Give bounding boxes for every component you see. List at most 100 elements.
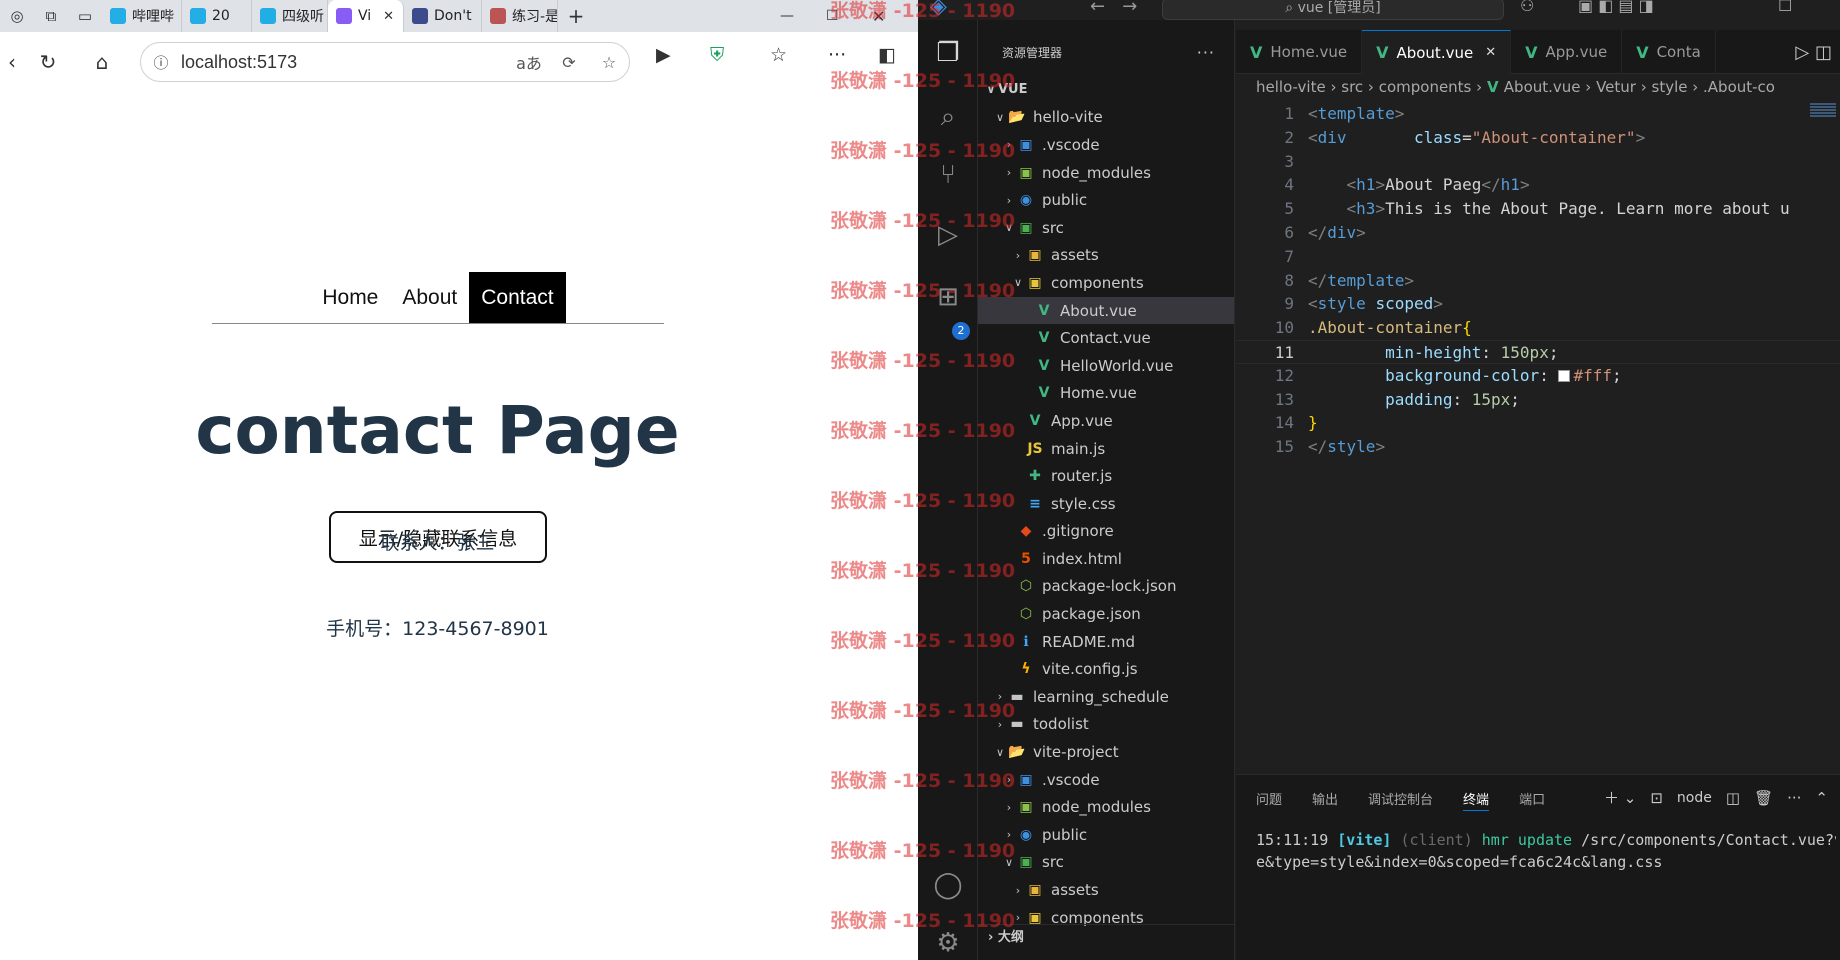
extensions-icon[interactable]: ⊞ xyxy=(918,282,978,312)
nav-about-link[interactable]: About xyxy=(390,272,469,323)
account-icon[interactable]: ◯ xyxy=(918,870,978,900)
tree-item[interactable]: ✚ router.js xyxy=(978,462,1234,490)
tree-item[interactable]: ⬡ package.json xyxy=(978,600,1234,628)
favorite-star-icon[interactable]: ☆ xyxy=(589,53,629,72)
tree-item[interactable]: › ▣ node_modules xyxy=(978,159,1234,187)
panel-tab[interactable]: 输出 xyxy=(1312,789,1338,811)
tree-item[interactable]: › ▬ learning_schedule xyxy=(978,683,1234,711)
browser-tab[interactable]: Don't xyxy=(404,0,482,32)
tree-item[interactable]: ∨ ▣ src xyxy=(978,214,1234,242)
play-icon[interactable]: ▶ xyxy=(656,44,671,66)
tab-actions-icon[interactable]: ▭ xyxy=(68,0,102,32)
breadcrumb-item[interactable]: components xyxy=(1379,78,1472,96)
browser-tab[interactable]: 20 xyxy=(182,0,252,32)
workspaces-icon[interactable]: ⧉ xyxy=(34,0,68,32)
tree-item[interactable]: ∨ 📂 vite-project xyxy=(978,738,1234,766)
copilot-icon[interactable]: ⚇ xyxy=(1520,0,1534,15)
explorer-icon[interactable]: ❐ xyxy=(918,38,978,68)
outline-section[interactable]: › 大纲 xyxy=(978,924,1234,950)
url-input[interactable] xyxy=(181,51,461,73)
tree-item[interactable]: V Home.vue xyxy=(978,380,1234,408)
profile-icon[interactable]: ◎ xyxy=(0,0,34,32)
breadcrumb-item[interactable]: src xyxy=(1341,78,1363,96)
sidebar-toggle-icon[interactable]: ◧ xyxy=(878,44,896,66)
read-aloud-icon[interactable]: aあ xyxy=(509,50,549,74)
panel-tab[interactable]: 终端 xyxy=(1463,789,1490,811)
breadcrumb-item[interactable]: About.vue xyxy=(1504,78,1581,96)
maximize-icon[interactable]: ☐ xyxy=(1778,0,1792,15)
more-icon[interactable]: ··· xyxy=(828,44,846,66)
refresh-icon[interactable]: ↻ xyxy=(24,50,72,74)
browser-tab[interactable]: 哔哩哔 xyxy=(102,0,182,32)
tree-item[interactable]: ℹ README.md xyxy=(978,628,1234,656)
site-info-icon[interactable]: ⓘ xyxy=(141,52,181,73)
nav-contact-link[interactable]: Contact xyxy=(469,272,566,323)
tree-item[interactable]: ∨ VUE xyxy=(978,76,1234,104)
tree-item[interactable]: › ▬ todolist xyxy=(978,711,1234,739)
editor-tab[interactable]: V Conta xyxy=(1622,30,1716,74)
tree-item[interactable]: › ◉ public xyxy=(978,186,1234,214)
run-debug-icon[interactable]: ▷ xyxy=(918,220,978,250)
tree-item[interactable]: › ▣ assets xyxy=(978,242,1234,270)
new-tab-icon[interactable]: + xyxy=(558,4,594,28)
tree-item[interactable]: ∨ ▣ src xyxy=(978,849,1234,877)
tree-item[interactable]: › ◉ public xyxy=(978,821,1234,849)
layout-icon[interactable]: ▣ ◧ ▤ ◨ xyxy=(1578,0,1654,15)
browser-tab[interactable]: 四级听 xyxy=(252,0,328,32)
tree-item[interactable]: V Contact.vue xyxy=(978,324,1234,352)
close-tab-icon[interactable]: ✕ xyxy=(383,9,394,24)
close-tab-icon[interactable]: ✕ xyxy=(1485,45,1496,60)
panel-tab[interactable]: 端口 xyxy=(1519,789,1545,811)
tree-item[interactable]: ∨ ▣ components xyxy=(978,269,1234,297)
back-icon[interactable]: ‹ xyxy=(0,50,24,74)
breadcrumb-item[interactable]: style xyxy=(1652,78,1688,96)
tree-item[interactable]: › ▣ assets xyxy=(978,876,1234,904)
tree-item[interactable]: ≡ style.css xyxy=(978,490,1234,518)
tree-item[interactable]: ⬡ package-lock.json xyxy=(978,573,1234,601)
chevron-up-icon[interactable]: ⌃ xyxy=(1815,789,1828,807)
terminal-output[interactable]: 15:11:19 [vite] (client) hmr update /src… xyxy=(1256,829,1836,873)
tree-item[interactable]: JS main.js xyxy=(978,435,1234,463)
tree-item[interactable]: V App.vue xyxy=(978,407,1234,435)
tree-item[interactable]: V HelloWorld.vue xyxy=(978,352,1234,380)
code-editor[interactable]: 1 <template> 2 <div class="About-container"… xyxy=(1236,102,1840,459)
breadcrumb-item[interactable]: hello-vite xyxy=(1256,78,1326,96)
settings-gear-icon[interactable]: ⚙ xyxy=(918,928,978,958)
breadcrumb-item[interactable]: .About-co xyxy=(1703,78,1775,96)
sync-icon[interactable]: ⟳ xyxy=(549,53,589,72)
browser-tab[interactable]: 练习-是 xyxy=(482,0,558,32)
browser-tab[interactable]: Vi ✕ xyxy=(328,0,404,32)
editor-tab[interactable]: V App.vue xyxy=(1511,30,1623,74)
tree-item[interactable]: ϟ vite.config.js xyxy=(978,655,1234,683)
panel-tab[interactable]: 调试控制台 xyxy=(1368,789,1433,811)
nav-arrows-icon[interactable]: ← → xyxy=(1090,0,1137,17)
source-control-icon[interactable]: ⑂ xyxy=(918,160,978,190)
tree-item[interactable]: 5 index.html xyxy=(978,545,1234,573)
terminal-profile-label[interactable]: node xyxy=(1677,790,1712,806)
search-icon[interactable]: ⌕ xyxy=(918,102,978,133)
nav-home-link[interactable]: Home xyxy=(310,272,390,323)
favorites-icon[interactable]: ☆ xyxy=(770,44,787,66)
home-icon[interactable]: ⌂ xyxy=(78,50,126,74)
minimap[interactable] xyxy=(1806,102,1840,132)
tree-item[interactable]: › ▣ .vscode xyxy=(978,131,1234,159)
breadcrumb-item[interactable]: Vetur xyxy=(1596,78,1636,96)
panel-tab[interactable]: 问题 xyxy=(1256,789,1282,811)
tree-item[interactable]: V About.vue xyxy=(978,296,1234,325)
close-window-icon[interactable]: ✕ xyxy=(872,0,885,32)
minimize-icon[interactable]: — xyxy=(780,0,794,32)
tree-item[interactable]: › ▣ .vscode xyxy=(978,766,1234,794)
command-center[interactable]: ⌕ vue [管理员] xyxy=(1162,0,1504,20)
editor-actions-icon[interactable]: ▷ ◫ xyxy=(1795,42,1832,63)
maximize-icon[interactable]: ☐ xyxy=(826,0,839,32)
editor-tab[interactable]: V About.vue ✕ xyxy=(1362,30,1512,74)
url-box[interactable]: ⓘ aあ ⟳ ☆ xyxy=(140,42,630,82)
split-terminal-icon[interactable]: ◫ xyxy=(1726,789,1740,807)
panel-more-icon[interactable]: ··· xyxy=(1787,789,1801,807)
explorer-more-icon[interactable]: ··· xyxy=(1197,40,1215,66)
new-terminal-icon[interactable]: ＋ ⌄ xyxy=(1604,787,1636,808)
tree-item[interactable]: ◆ .gitignore xyxy=(978,518,1234,546)
tree-item[interactable]: ∨ 📂 hello-vite xyxy=(978,104,1234,132)
tree-item[interactable]: › ▣ node_modules xyxy=(978,793,1234,821)
shield-icon[interactable]: ⛨ xyxy=(710,44,724,66)
